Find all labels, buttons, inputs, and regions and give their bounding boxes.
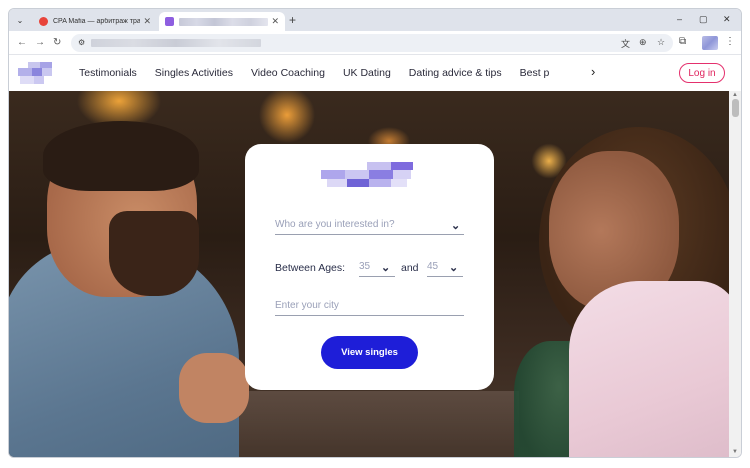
tab-title: CPA Mafia — арбитраж трафи…: [53, 18, 141, 25]
forward-button[interactable]: →: [35, 37, 45, 48]
age-max-select[interactable]: 45 ⌄: [427, 259, 463, 277]
translate-icon[interactable]: 文: [621, 37, 630, 50]
tab-strip: ⌄ CPA Mafia — арбитраж трафи… ✕ ✕ + – ▢ …: [9, 9, 741, 31]
man-hair: [43, 121, 199, 191]
nav-fade: [549, 55, 593, 91]
close-icon[interactable]: ✕: [143, 16, 151, 27]
man-beard: [109, 211, 199, 296]
age-max-value: 45: [427, 261, 439, 272]
tab-title-redacted: [179, 17, 269, 26]
extensions-icon[interactable]: ⧉: [679, 36, 686, 47]
nav-link-uk-dating[interactable]: UK Dating: [343, 67, 391, 79]
address-bar[interactable]: ⚙ 文 ⊕ ☆: [71, 34, 673, 52]
woman-figure: [569, 281, 729, 457]
scroll-thumb[interactable]: [732, 99, 739, 117]
view-singles-button[interactable]: View singles: [321, 336, 418, 369]
scroll-down-icon[interactable]: ▼: [732, 449, 738, 455]
menu-icon[interactable]: ⋮: [725, 36, 735, 47]
site-favicon-icon: [165, 17, 174, 26]
interest-placeholder: Who are you interested in?: [275, 219, 395, 230]
search-card: Who are you interested in? ⌄ Between Age…: [245, 144, 494, 390]
hero-photo: Who are you interested in? ⌄ Between Age…: [9, 91, 729, 457]
city-input[interactable]: Enter your city: [275, 298, 464, 316]
man-hand: [179, 353, 249, 423]
profile-avatar[interactable]: [702, 36, 718, 50]
chevron-down-icon: ⌄: [381, 262, 391, 274]
site-logo[interactable]: [18, 62, 52, 84]
nav-next-chevron-icon[interactable]: ›: [591, 64, 595, 79]
login-button[interactable]: Log in: [679, 63, 725, 83]
browser-toolbar: ← → ↻ ⚙ 文 ⊕ ☆ ⧉ ⋮: [9, 31, 741, 55]
site-navbar: Testimonials Singles Activities Video Co…: [9, 55, 741, 91]
nav-link-singles-activities[interactable]: Singles Activities: [155, 67, 233, 79]
new-tab-button[interactable]: +: [289, 13, 296, 27]
reload-button[interactable]: ↻: [53, 37, 61, 48]
minimize-button[interactable]: –: [677, 14, 682, 24]
browser-window: ⌄ CPA Mafia — арбитраж трафи… ✕ ✕ + – ▢ …: [8, 8, 742, 458]
nav-links: Testimonials Singles Activities Video Co…: [79, 67, 549, 79]
nav-link-testimonials[interactable]: Testimonials: [79, 67, 137, 79]
chevron-down-icon: ⌄: [449, 262, 459, 274]
card-logo: [321, 162, 413, 192]
ages-label: Between Ages:: [275, 262, 346, 274]
nav-link-dating-advice[interactable]: Dating advice & tips: [409, 67, 502, 79]
url-redacted: [91, 39, 261, 47]
tab-search-icon[interactable]: ⌄: [13, 13, 27, 27]
and-label: and: [401, 262, 419, 274]
nav-link-video-coaching[interactable]: Video Coaching: [251, 67, 325, 79]
age-min-select[interactable]: 35 ⌄: [359, 259, 395, 277]
back-button[interactable]: ←: [17, 37, 27, 48]
bookmark-star-icon[interactable]: ☆: [657, 37, 665, 48]
chevron-down-icon: ⌄: [451, 220, 461, 232]
nav-link-best[interactable]: Best p: [520, 67, 550, 79]
close-icon[interactable]: ✕: [271, 16, 279, 27]
background-table: [219, 391, 519, 457]
city-placeholder: Enter your city: [275, 300, 339, 311]
age-min-value: 35: [359, 261, 371, 272]
close-window-button[interactable]: ✕: [723, 14, 731, 25]
site-settings-icon[interactable]: ⚙: [78, 38, 85, 47]
zoom-icon[interactable]: ⊕: [639, 37, 647, 48]
tab-cpa-mafia[interactable]: CPA Mafia — арбитраж трафи… ✕: [33, 12, 157, 31]
ages-row: Between Ages: 35 ⌄ and 45 ⌄: [275, 259, 465, 279]
cpa-mafia-favicon-icon: [39, 17, 48, 26]
page-scrollbar[interactable]: ▲ ▼: [729, 91, 741, 457]
tab-active[interactable]: ✕: [159, 12, 285, 31]
interest-select[interactable]: Who are you interested in? ⌄: [275, 217, 464, 235]
scroll-up-icon[interactable]: ▲: [732, 92, 738, 98]
maximize-button[interactable]: ▢: [699, 14, 708, 25]
